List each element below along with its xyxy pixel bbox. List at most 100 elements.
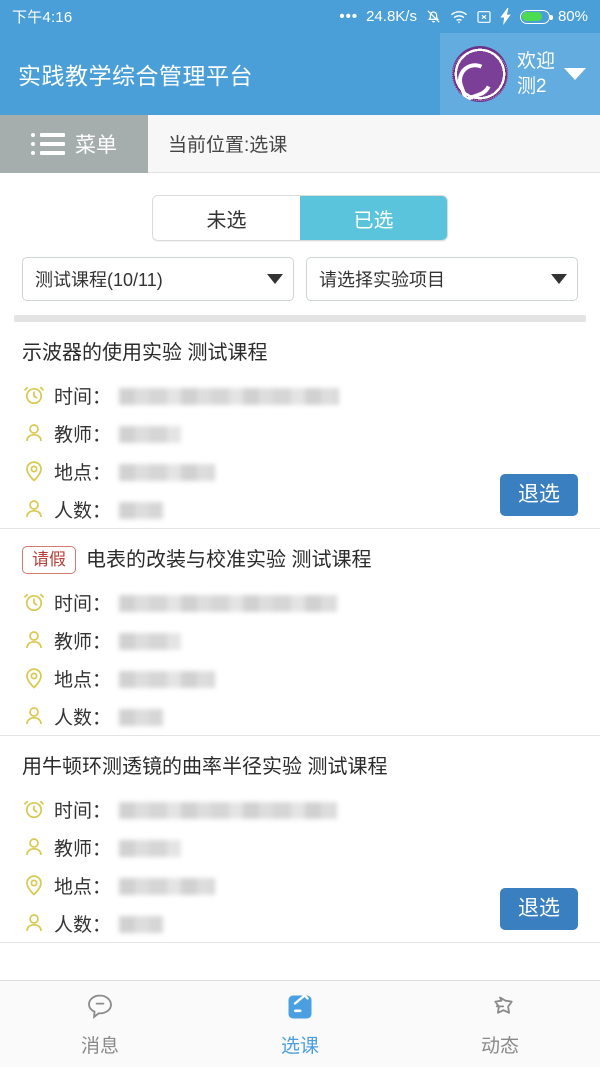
info-label-time: 时间：: [54, 800, 112, 822]
segmented-control: 未选 已选: [152, 195, 448, 241]
info-row-count: 人数：: [22, 904, 578, 942]
person-icon: [22, 497, 46, 521]
location-pin-icon: [22, 459, 46, 483]
course-title: 电表的改装与校准实验 测试课程: [86, 549, 372, 571]
person-icon: [22, 628, 46, 652]
bottom-navigation: 消息 选课 动态: [0, 980, 600, 1067]
tab-selected[interactable]: 已选: [300, 196, 447, 240]
battery-icon: [519, 9, 553, 24]
speech-bubble-icon: [83, 990, 117, 1024]
main-content: 未选 已选 测试课程(10/11) 请选择实验项目 示波器的使用实验 测试课程 …: [0, 173, 600, 980]
redacted-value: [119, 708, 164, 726]
menu-button[interactable]: 菜单: [0, 115, 148, 173]
person-icon: [22, 704, 46, 728]
course-select[interactable]: 测试课程(10/11): [22, 257, 294, 301]
app-header: 实践教学综合管理平台 欢迎 测2: [0, 33, 600, 115]
person-icon: [22, 421, 46, 445]
course-title-row: 用牛顿环测透镜的曲率半径实验 测试课程: [22, 746, 578, 790]
redacted-value: [119, 463, 216, 481]
redacted-value: [119, 425, 182, 443]
info-label-teacher: 教师：: [54, 838, 112, 860]
experiment-select-value: 请选择实验项目: [319, 270, 445, 290]
page-title: 实践教学综合管理平台: [18, 63, 253, 89]
redacted-value: [119, 877, 216, 895]
user-welcome: 欢迎 测2: [517, 49, 555, 99]
info-row-place: 地点：: [22, 659, 578, 697]
info-row-teacher: 教师：: [22, 828, 578, 866]
info-row-count: 人数：: [22, 490, 578, 528]
nav-item-course-selection[interactable]: 选课: [200, 981, 400, 1067]
quit-course-button[interactable]: 退选: [500, 474, 578, 516]
info-label-teacher: 教师：: [54, 424, 112, 446]
menu-bar: 菜单 当前位置:选课: [0, 115, 600, 173]
redacted-value: [119, 594, 338, 612]
info-row-teacher: 教师：: [22, 621, 578, 659]
info-label-place: 地点：: [54, 876, 112, 898]
list-menu-icon: [31, 133, 65, 155]
info-label-time: 时间：: [54, 386, 112, 408]
menu-button-label: 菜单: [75, 134, 117, 157]
nav-item-messages[interactable]: 消息: [0, 981, 200, 1067]
note-pencil-icon: [283, 990, 317, 1024]
star-icon: [483, 990, 517, 1024]
info-label-teacher: 教师：: [54, 631, 112, 653]
redacted-value: [119, 915, 164, 933]
user-menu[interactable]: 欢迎 测2: [439, 33, 600, 115]
redacted-value: [119, 801, 338, 819]
wifi-icon: [450, 10, 468, 24]
course-card[interactable]: 用牛顿环测透镜的曲率半径实验 测试课程 时间： 教师： 地点： 人数： 退选: [0, 736, 600, 943]
battery-percent: 80%: [557, 8, 588, 25]
nav-label-messages: 消息: [80, 1036, 119, 1057]
location-pin-icon: [22, 873, 46, 897]
info-row-place: 地点：: [22, 452, 578, 490]
info-label-count: 人数：: [54, 914, 112, 936]
network-speed: 24.8K/s: [366, 8, 417, 25]
nav-item-activity[interactable]: 动态: [400, 981, 600, 1067]
person-icon: [22, 835, 46, 859]
nav-label-activity: 动态: [480, 1036, 519, 1057]
status-badge: 请假: [22, 546, 76, 574]
course-title: 用牛顿环测透镜的曲率半径实验 测试课程: [22, 756, 388, 778]
redacted-value: [119, 501, 164, 519]
status-bar: 下午4:16 ••• 24.8K/s 80%: [0, 0, 600, 33]
info-row-place: 地点：: [22, 866, 578, 904]
charging-bolt-icon: [500, 8, 512, 25]
course-select-value: 测试课程(10/11): [35, 270, 163, 290]
alarm-clock-icon: [22, 797, 46, 821]
info-row-count: 人数：: [22, 697, 578, 735]
course-title-row: 示波器的使用实验 测试课程: [22, 332, 578, 376]
alarm-clock-icon: [22, 590, 46, 614]
info-label-count: 人数：: [54, 707, 112, 729]
person-icon: [22, 911, 46, 935]
course-title: 示波器的使用实验 测试课程: [22, 342, 268, 364]
info-label-place: 地点：: [54, 462, 112, 484]
redacted-value: [119, 632, 182, 650]
chevron-down-icon[interactable]: [564, 68, 586, 80]
info-row-teacher: 教师：: [22, 414, 578, 452]
info-label-time: 时间：: [54, 593, 112, 615]
course-card[interactable]: 示波器的使用实验 测试课程 时间： 教师： 地点： 人数： 退选: [0, 322, 600, 529]
university-seal-logo: [451, 46, 508, 102]
quit-course-button[interactable]: 退选: [500, 888, 578, 930]
info-label-place: 地点：: [54, 669, 112, 691]
course-title-row: 请假 电表的改装与校准实验 测试课程: [22, 539, 578, 583]
chevron-down-icon: [267, 274, 283, 284]
more-dots-icon: •••: [339, 7, 359, 25]
experiment-select[interactable]: 请选择实验项目: [306, 257, 578, 301]
info-label-count: 人数：: [54, 500, 112, 522]
segmented-control-wrap: 未选 已选: [0, 173, 600, 257]
redacted-value: [119, 387, 340, 405]
breadcrumb: 当前位置:选课: [148, 115, 600, 173]
chevron-down-icon: [551, 274, 567, 284]
tab-unselected[interactable]: 未选: [153, 196, 300, 240]
redacted-value: [119, 839, 182, 857]
info-row-time: 时间：: [22, 376, 578, 414]
info-row-time: 时间：: [22, 790, 578, 828]
redacted-value: [119, 670, 216, 688]
info-row-time: 时间：: [22, 583, 578, 621]
filter-row: 测试课程(10/11) 请选择实验项目: [0, 257, 600, 301]
status-clock: 下午4:16: [12, 9, 73, 26]
welcome-line2: 测2: [516, 76, 547, 97]
location-pin-icon: [22, 666, 46, 690]
course-card[interactable]: 请假 电表的改装与校准实验 测试课程 时间： 教师： 地点： 人数：: [0, 529, 600, 736]
